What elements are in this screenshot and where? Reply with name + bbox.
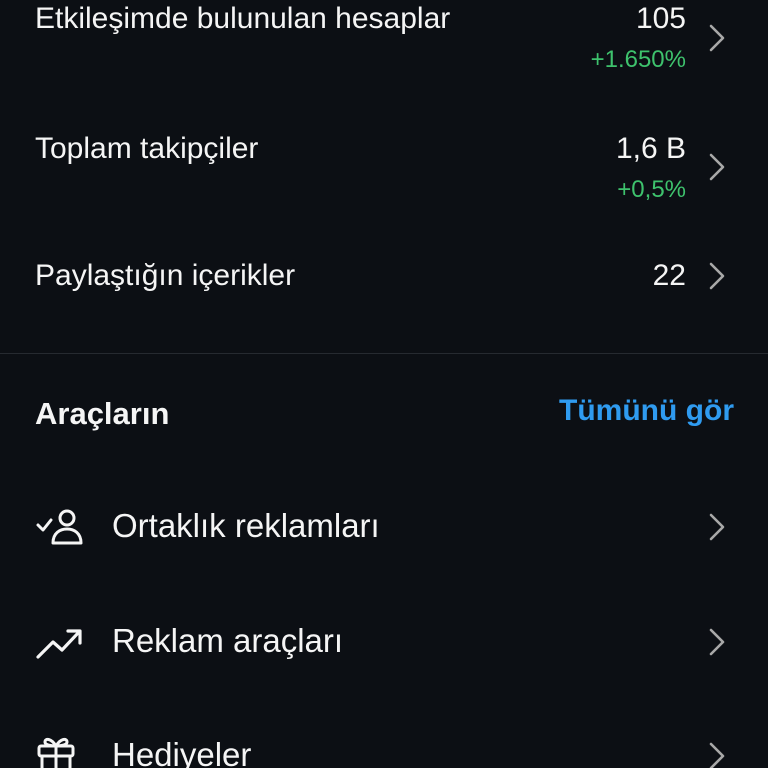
- insights-screen: Etkileşimde bulunulan hesaplar 105 +1.65…: [0, 0, 768, 768]
- stat-row-accounts-engaged[interactable]: Etkileşimde bulunulan hesaplar 105 +1.65…: [0, 0, 768, 100]
- partner-person-check-icon: [35, 507, 85, 547]
- chevron-right-icon[interactable]: [706, 152, 728, 182]
- tool-item-label: Ortaklık reklamları: [112, 507, 380, 544]
- trending-up-icon: [35, 622, 85, 662]
- stat-value: 22: [652, 259, 686, 292]
- chevron-right-icon[interactable]: [706, 23, 728, 53]
- chevron-right-icon[interactable]: [706, 512, 728, 542]
- see-all-link[interactable]: Tümünü gör: [559, 394, 734, 428]
- stat-row-content-shared[interactable]: Paylaştığın içerikler 22: [0, 240, 768, 320]
- tools-section-title: Araçların: [35, 396, 170, 431]
- chevron-right-icon[interactable]: [706, 261, 728, 291]
- stat-row-total-followers[interactable]: Toplam takipçiler 1,6 B +0,5%: [0, 120, 768, 220]
- stat-label: Etkileşimde bulunulan hesaplar: [35, 2, 451, 35]
- section-divider: [0, 353, 768, 354]
- stat-change: +0,5%: [617, 176, 686, 203]
- chevron-right-icon[interactable]: [706, 741, 728, 768]
- tool-item-gifts[interactable]: Hediyeler: [0, 716, 768, 768]
- chevron-right-icon[interactable]: [706, 627, 728, 657]
- stat-label: Toplam takipçiler: [35, 132, 259, 165]
- gift-icon: [35, 734, 85, 768]
- stat-label: Paylaştığın içerikler: [35, 259, 296, 292]
- stat-value: 105: [635, 2, 686, 35]
- stat-change: +1.650%: [590, 46, 686, 73]
- tool-item-label: Reklam araçları: [112, 622, 344, 659]
- tool-item-ad-tools[interactable]: Reklam araçları: [0, 602, 768, 682]
- stat-value: 1,6 B: [615, 132, 686, 165]
- tool-item-label: Hediyeler: [112, 736, 252, 768]
- tool-item-partnership-ads[interactable]: Ortaklık reklamları: [0, 487, 768, 567]
